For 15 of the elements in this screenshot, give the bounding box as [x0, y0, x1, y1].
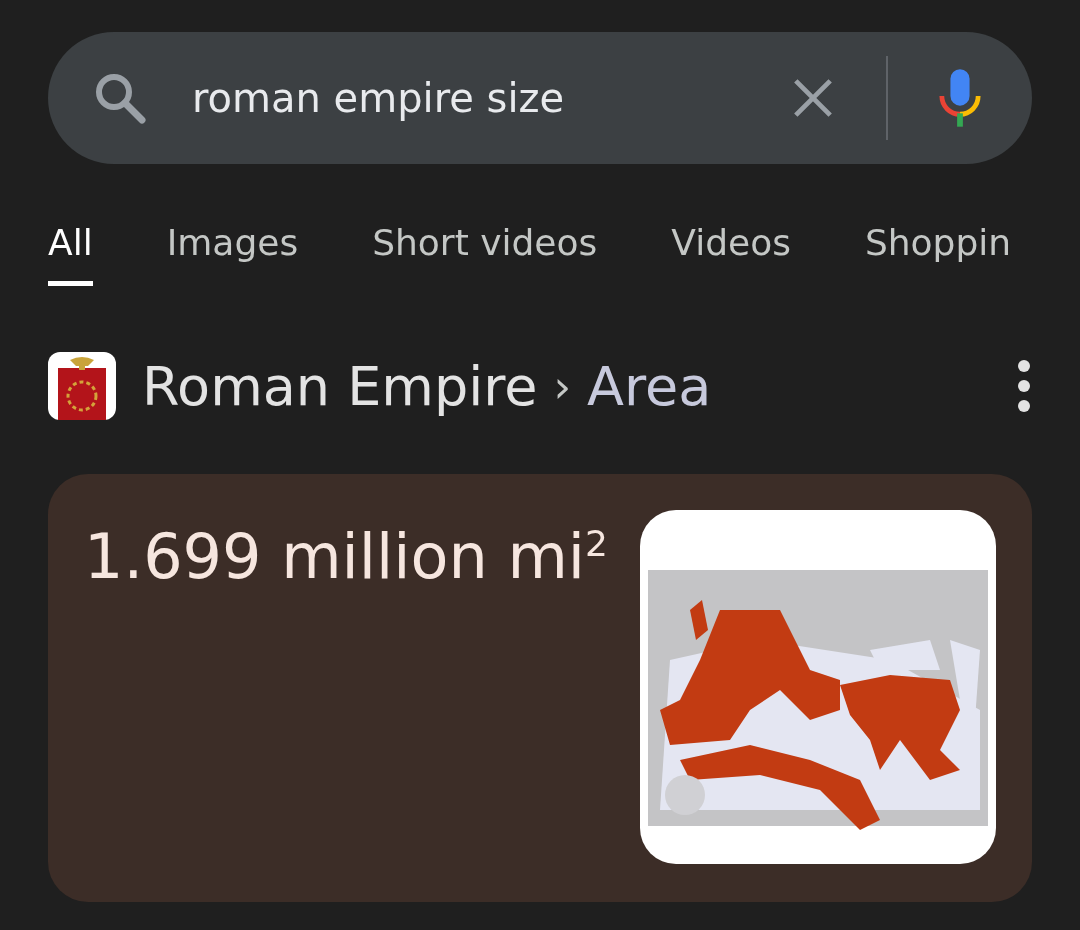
answer-value: 1.699 million mi$^{2}$	[84, 520, 608, 595]
search-query[interactable]: roman empire size	[192, 75, 792, 121]
breadcrumb-separator: ›	[553, 360, 572, 412]
result-subtitle[interactable]: Area	[587, 354, 1016, 418]
tab[interactable]: All	[48, 214, 93, 286]
search-bar[interactable]: roman empire size	[48, 32, 1032, 164]
tab[interactable]: Short videos	[372, 214, 598, 286]
laurel-standard-icon	[48, 350, 116, 422]
microphone-icon[interactable]	[938, 67, 982, 129]
tab[interactable]: Videos	[671, 214, 791, 286]
more-icon[interactable]	[1016, 358, 1032, 414]
clear-icon[interactable]	[792, 77, 834, 119]
tab[interactable]: Images	[166, 214, 299, 286]
tab[interactable]: Shoppin	[864, 214, 1012, 286]
result-title[interactable]: Roman Empire	[142, 354, 538, 418]
